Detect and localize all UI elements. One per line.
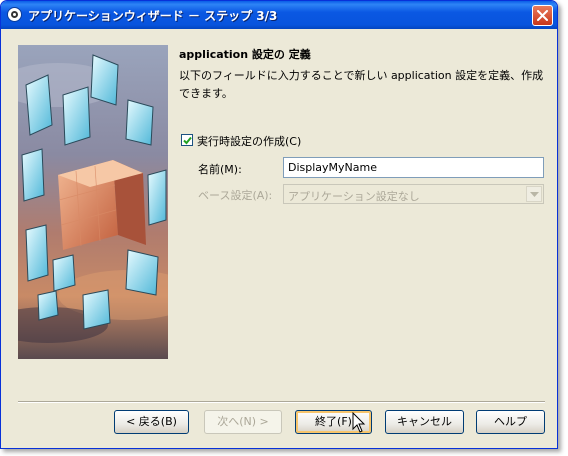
java-app-icon [7,7,22,22]
wizard-side-image [18,45,168,359]
window-title: アプリケーションウィザード － ステップ 3/3 [28,9,278,23]
base-settings-label: ベース設定(A): [198,189,273,202]
base-settings-select[interactable]: アプリケーション設定なし [283,184,544,204]
checkmark-icon [183,136,192,145]
cancel-button[interactable]: キャンセル [385,410,464,434]
step-heading: application 設定の 定義 [179,48,311,61]
wizard-dialog: アプリケーションウィザード － ステップ 3/3 application 設定の… [0,0,558,449]
next-button[interactable]: 次へ(N) > [204,410,282,434]
close-icon [537,10,548,21]
mouse-pointer-icon [352,412,366,433]
chevron-down-icon [530,192,539,197]
dropdown-button[interactable] [526,186,542,202]
base-settings-value: アプリケーション設定なし [288,190,420,203]
close-button[interactable] [532,5,553,26]
checkbox-box[interactable] [181,134,193,146]
button-separator [18,401,545,403]
title-bar[interactable]: アプリケーションウィザード － ステップ 3/3 [1,1,557,29]
checkbox-label[interactable]: 実行時設定の作成(C) [197,133,301,149]
back-button[interactable]: < 戻る(B) [114,410,189,434]
name-input[interactable] [283,157,544,178]
name-label: 名前(M): [198,163,242,176]
help-button[interactable]: ヘルプ [476,410,545,434]
step-description: 以下のフィールドに入力することで新しい application 設定を定義、作成… [179,69,544,100]
